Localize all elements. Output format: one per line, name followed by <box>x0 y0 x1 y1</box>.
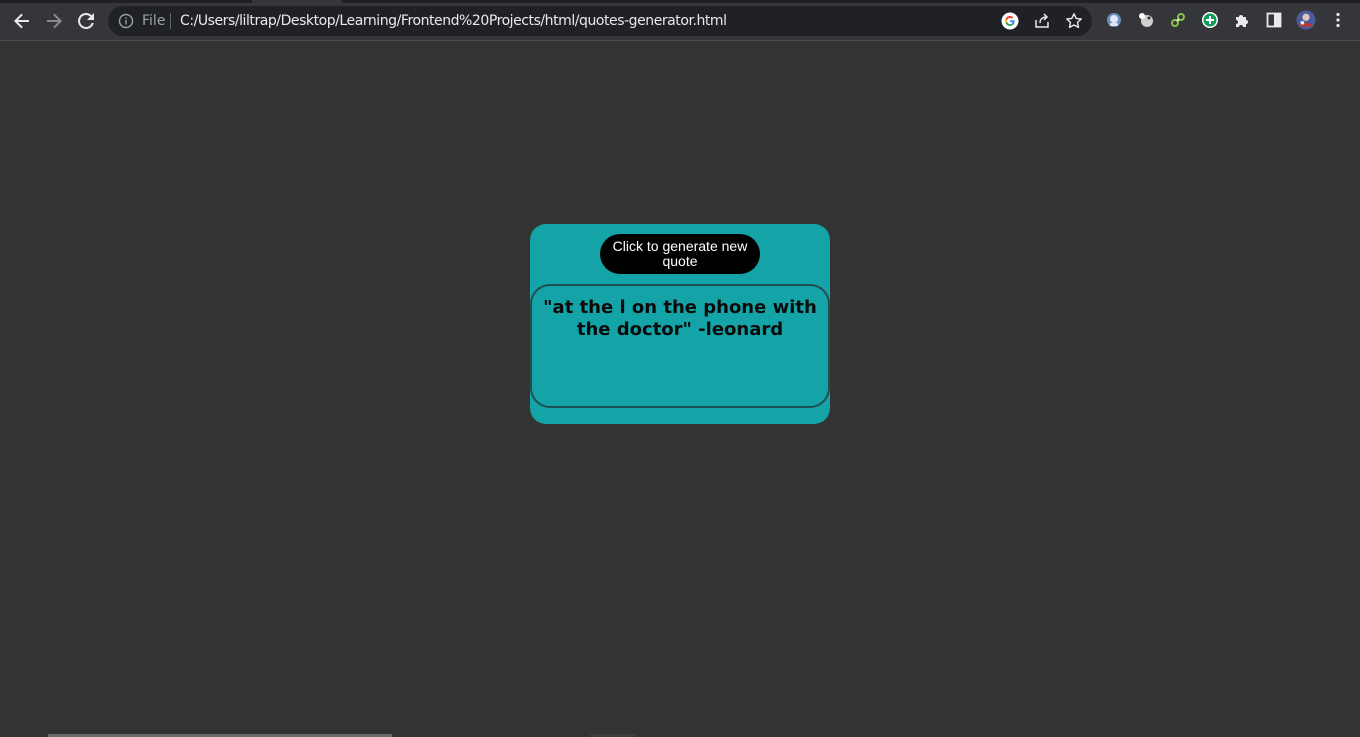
quote-text: "at the l on the phone with the doctor" … <box>543 297 817 340</box>
reload-icon <box>78 12 94 29</box>
extension-icon-1[interactable] <box>1104 10 1124 30</box>
share-icon[interactable] <box>1032 11 1052 31</box>
side-panel-icon[interactable] <box>1264 10 1284 30</box>
avatar[interactable] <box>1296 10 1316 30</box>
star-icon[interactable] <box>1064 11 1084 31</box>
forward-button[interactable] <box>40 7 68 35</box>
quote-box: "at the l on the phone with the doctor" … <box>530 284 830 408</box>
quote-card: Click to generate new quote "at the l on… <box>530 224 830 424</box>
tab-strip <box>0 0 1360 3</box>
extension-icon-2[interactable] <box>1136 10 1156 30</box>
extension-icon-3[interactable] <box>1168 10 1188 30</box>
back-arrow-icon <box>14 13 29 29</box>
omnibox-divider <box>170 13 171 29</box>
forward-arrow-icon <box>47 13 62 29</box>
url-text[interactable]: C:/Users/liltrap/Desktop/Learning/Fronte… <box>180 13 727 29</box>
back-button[interactable] <box>8 7 36 35</box>
info-icon[interactable] <box>118 13 134 34</box>
google-icon[interactable] <box>1000 11 1020 31</box>
generate-quote-button[interactable]: Click to generate new quote <box>600 234 760 274</box>
browser-toolbar: File C:/Users/liltrap/Desktop/Learning/F… <box>0 0 1360 41</box>
extension-icon-4[interactable] <box>1200 10 1220 30</box>
puzzle-icon[interactable] <box>1232 10 1252 30</box>
address-bar[interactable]: File C:/Users/liltrap/Desktop/Learning/F… <box>108 6 1092 36</box>
reload-button[interactable] <box>72 7 100 35</box>
kebab-menu-icon[interactable] <box>1328 10 1348 30</box>
file-label: File <box>142 13 166 29</box>
